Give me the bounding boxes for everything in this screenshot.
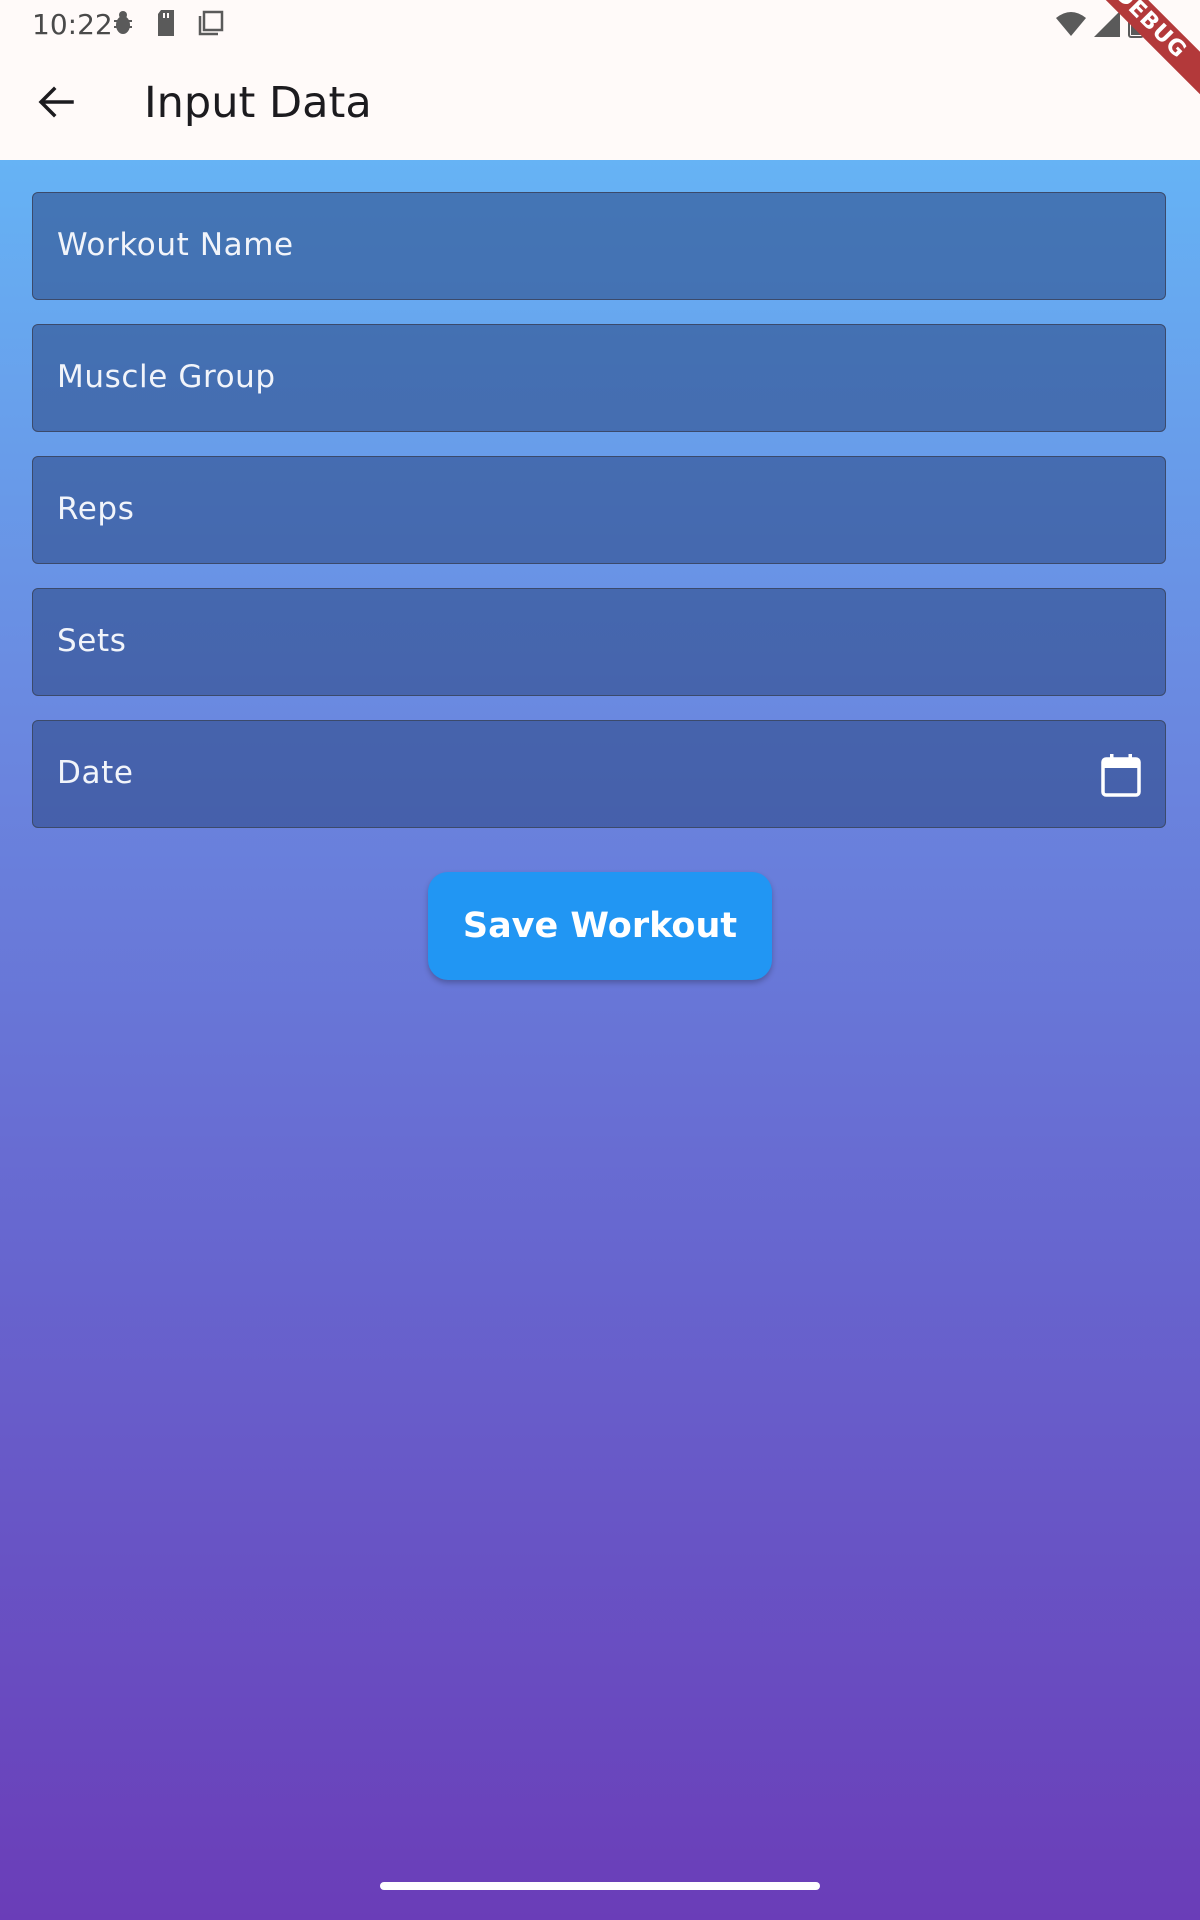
date-label: Date [57,755,134,791]
muscle-group-field[interactable]: Muscle Group [32,324,1166,432]
form-background: Workout Name Muscle Group Reps Sets Date… [0,160,1200,1920]
status-bar: 10:22 [0,0,1200,48]
calendar-icon[interactable] [1101,753,1141,797]
app-bar: Input Data [0,48,1200,160]
muscle-group-label: Muscle Group [57,359,276,395]
debug-banner: DEBUG [1061,0,1200,112]
sets-label: Sets [57,623,127,659]
sets-field[interactable]: Sets [32,588,1166,696]
status-icons-left [112,10,224,41]
page-title: Input Data [144,78,372,128]
back-button[interactable] [28,76,84,132]
workout-name-label: Workout Name [57,227,294,263]
date-field[interactable]: Date [32,720,1166,828]
bug-icon [112,10,134,41]
screen-icon [198,10,224,41]
workout-name-field[interactable]: Workout Name [32,192,1166,300]
reps-label: Reps [57,491,135,527]
debug-banner-container: DEBUG [1060,0,1200,140]
reps-field[interactable]: Reps [32,456,1166,564]
arrow-back-icon [36,82,76,127]
status-time: 10:22 [32,8,113,41]
home-indicator[interactable] [380,1882,820,1890]
save-workout-button[interactable]: Save Workout [428,872,772,980]
sd-card-icon [156,10,176,41]
